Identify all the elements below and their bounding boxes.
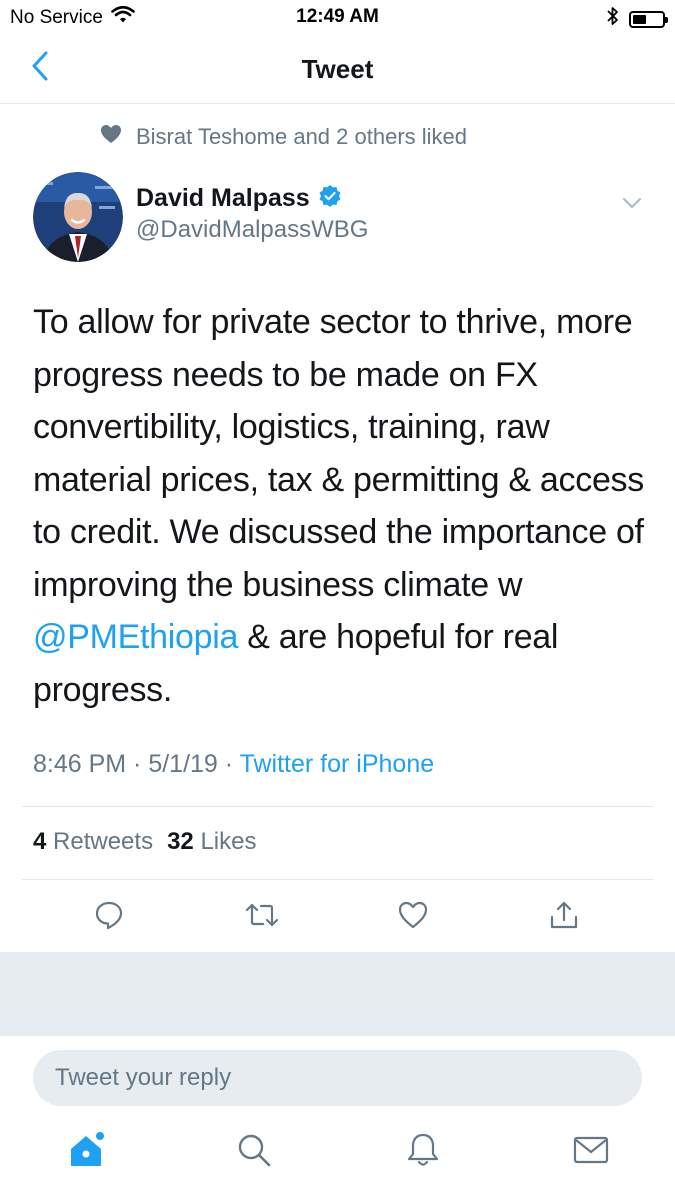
verified-badge-icon	[318, 184, 342, 213]
reply-input[interactable]	[33, 1050, 642, 1106]
tweet-detail-screen: No Service 12:49 AM Tweet Bisrat Teshome…	[0, 0, 675, 1200]
share-icon	[549, 900, 579, 935]
status-right	[607, 6, 668, 32]
tab-notifications[interactable]	[401, 1130, 445, 1174]
home-notification-dot	[96, 1132, 104, 1140]
tweet-text: To allow for private sector to thrive, m…	[33, 296, 648, 716]
retweet-button[interactable]	[240, 895, 284, 939]
more-options-button[interactable]	[619, 190, 645, 216]
chevron-down-icon	[619, 198, 645, 220]
meta-separator-2: ·	[217, 750, 240, 778]
tweet-date: 5/1/19	[148, 750, 218, 778]
tweet-text-part-1: To allow for private sector to thrive, m…	[33, 303, 644, 604]
heart-icon	[100, 124, 122, 150]
reply-button[interactable]	[87, 895, 131, 939]
tab-bar	[0, 1100, 675, 1200]
like-button[interactable]	[391, 895, 435, 939]
comment-icon	[94, 900, 124, 935]
page-title: Tweet	[301, 54, 374, 84]
retweets-stat[interactable]: 4 Retweets	[33, 828, 153, 856]
share-button[interactable]	[542, 895, 586, 939]
likes-label: Likes	[200, 828, 257, 855]
status-time: 12:49 AM	[296, 6, 379, 27]
author-name-row: David Malpass	[136, 184, 342, 213]
mention-link[interactable]: @PMEthiopia	[33, 618, 238, 656]
likes-stat[interactable]: 32 Likes	[167, 828, 256, 856]
heart-outline-icon	[398, 901, 428, 934]
divider	[22, 806, 653, 807]
social-context[interactable]: Bisrat Teshome and 2 others liked	[100, 124, 467, 150]
battery-fill	[633, 14, 646, 24]
status-bar: No Service 12:49 AM	[0, 0, 675, 36]
replies-area	[0, 952, 675, 1036]
tweet-meta: 8:46 PM · 5/1/19 · Twitter for iPhone	[33, 750, 434, 779]
search-icon	[236, 1132, 272, 1173]
tweet-source-link[interactable]: Twitter for iPhone	[240, 750, 435, 778]
stats-row: 4 Retweets 32 Likes	[33, 828, 256, 856]
tab-search[interactable]	[232, 1130, 276, 1174]
retweet-icon	[245, 900, 279, 935]
retweets-label: Retweets	[53, 828, 154, 855]
mail-icon	[573, 1135, 609, 1170]
tab-home[interactable]	[64, 1130, 108, 1174]
liked-text: Bisrat Teshome and 2 others liked	[136, 124, 467, 149]
avatar[interactable]	[33, 172, 123, 262]
tweet-actions	[0, 895, 675, 939]
meta-separator-1: ·	[126, 750, 149, 778]
retweets-count: 4	[33, 828, 47, 855]
tweet-time: 8:46 PM	[33, 750, 127, 778]
tab-messages[interactable]	[569, 1130, 613, 1174]
battery-icon	[629, 10, 668, 28]
bluetooth-icon	[607, 6, 619, 32]
likes-count: 32	[167, 828, 194, 855]
bell-icon	[405, 1132, 441, 1173]
author-handle[interactable]: @DavidMalpassWBG	[136, 216, 368, 244]
nav-bar: Tweet	[0, 36, 675, 104]
author-name[interactable]: David Malpass	[136, 184, 310, 213]
divider	[22, 879, 653, 880]
